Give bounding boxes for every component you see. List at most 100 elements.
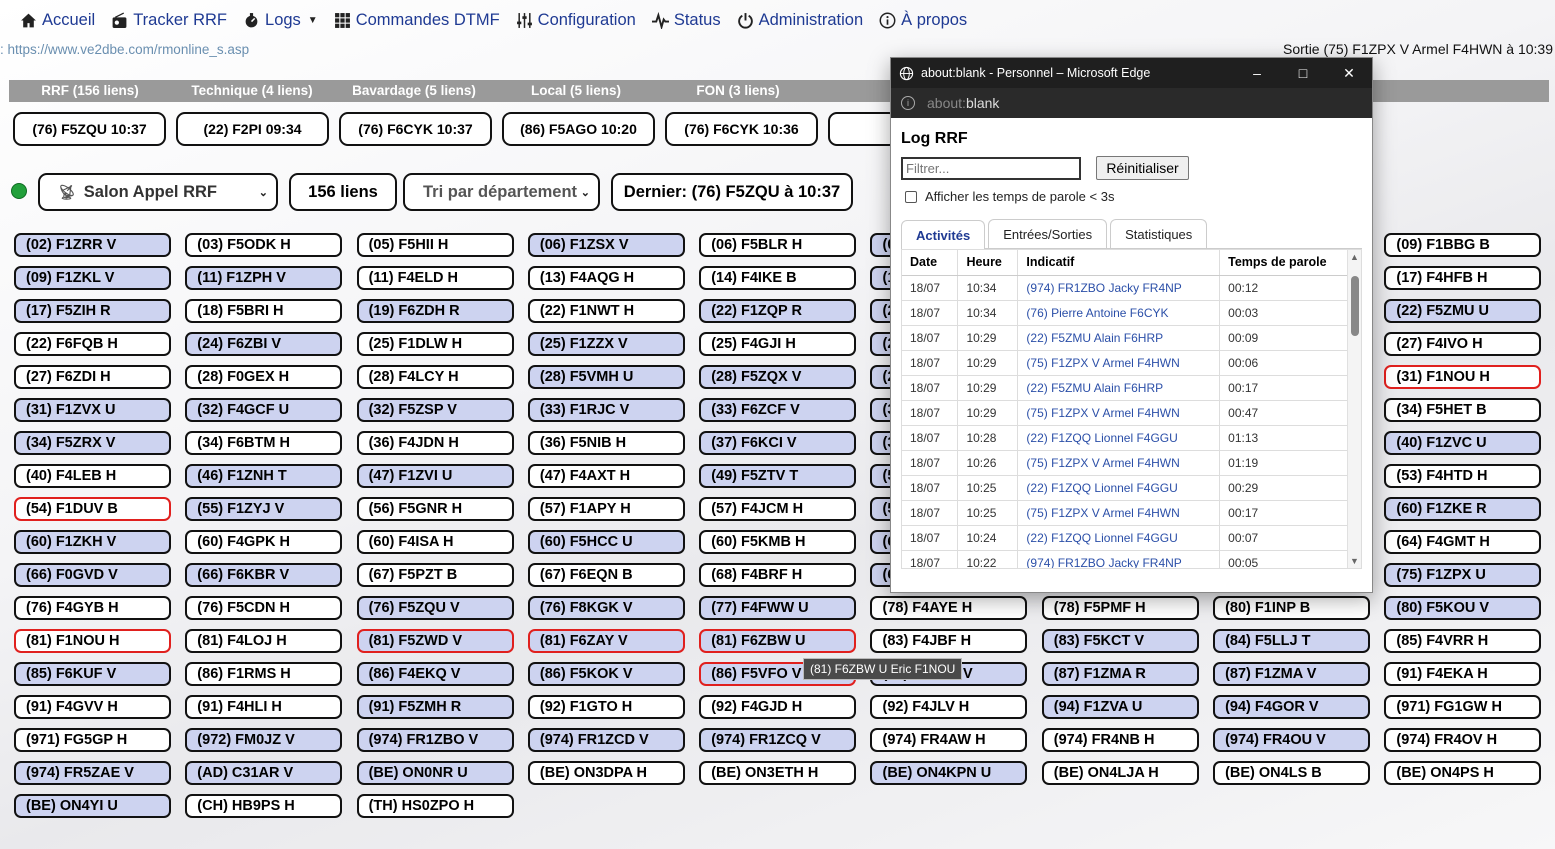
node-button[interactable]: (17) F5ZIH R: [14, 299, 171, 323]
node-button[interactable]: (78) F4AYE H: [870, 596, 1028, 620]
node-button[interactable]: (84) F5LLJ T: [1213, 629, 1371, 653]
node-button[interactable]: (05) F5HII H: [356, 233, 514, 257]
node-button[interactable]: (14) F4IKE B: [699, 266, 857, 290]
nav-item-status[interactable]: Status: [651, 11, 721, 30]
table-cell[interactable]: (974) FR1ZBO Jacky FR4NP: [1017, 550, 1221, 568]
node-button[interactable]: (85) F6KUF V: [14, 662, 171, 686]
node-button[interactable]: (25) F4GJI H: [699, 332, 857, 356]
table-cell[interactable]: (75) F1ZPX V Armel F4HWN: [1017, 350, 1221, 376]
node-button[interactable]: (BE) ON4YI U: [14, 794, 171, 818]
node-button[interactable]: (47) F4AXT H: [527, 464, 685, 488]
node-button[interactable]: (91) F4EKA H: [1384, 662, 1542, 686]
table-cell[interactable]: (974) FR1ZBO Jacky FR4NP: [1017, 275, 1221, 301]
node-button[interactable]: (87) F1ZMA V: [1213, 662, 1371, 686]
table-header[interactable]: Heure: [957, 250, 1019, 276]
node-button[interactable]: (28) F5VMH U: [527, 365, 685, 389]
node-button[interactable]: (03) F5ODK H: [185, 233, 343, 257]
table-cell[interactable]: (22) F1ZQQ Lionnel F4GGU: [1017, 425, 1221, 451]
node-button[interactable]: (13) F4AQG H: [527, 266, 685, 290]
node-button[interactable]: (18) F5BRI H: [185, 299, 343, 323]
reset-button[interactable]: Réinitialiser: [1096, 156, 1189, 180]
node-button[interactable]: (91) F4GVV H: [14, 695, 171, 719]
node-button[interactable]: (57) F4JCM H: [699, 497, 857, 521]
salon-tab[interactable]: Local (5 liens): [495, 80, 657, 102]
node-button[interactable]: (972) FM0JZ V: [185, 728, 343, 752]
scroll-thumb[interactable]: [1351, 276, 1359, 336]
node-button[interactable]: (67) F6EQN B: [527, 563, 685, 587]
table-header[interactable]: Indicatif: [1017, 250, 1221, 276]
node-button[interactable]: (27) F4IVO H: [1384, 332, 1542, 356]
nav-item-tracker-rrf[interactable]: Tracker RRF: [111, 11, 227, 30]
table-cell[interactable]: (22) F5ZMU Alain F6HRP: [1017, 375, 1221, 401]
node-button[interactable]: (33) F1RJC V: [527, 398, 685, 422]
log-tab-0[interactable]: Activités: [901, 220, 986, 250]
node-button[interactable]: (32) F5ZSP V: [356, 398, 514, 422]
nav-item--propos[interactable]: À propos: [879, 11, 967, 30]
node-button[interactable]: (60) F4GPK H: [185, 530, 343, 554]
node-button[interactable]: (22) F1ZQP R: [699, 299, 857, 323]
sort-select[interactable]: Tri par département ⌄: [403, 173, 600, 211]
log-tab-1[interactable]: Entrées/Sorties: [988, 219, 1108, 249]
maximize-icon[interactable]: □: [1280, 58, 1326, 88]
node-button[interactable]: (11) F4ELD H: [356, 266, 514, 290]
node-button[interactable]: (83) F4JBF H: [870, 629, 1028, 653]
node-button[interactable]: (36) F4JDN H: [356, 431, 514, 455]
node-button[interactable]: (BE) ON3ETH H: [699, 761, 857, 785]
node-button[interactable]: (31) F1ZVX U: [14, 398, 171, 422]
node-button[interactable]: (76) F4GYB H: [14, 596, 171, 620]
node-button[interactable]: (37) F6KCI V: [699, 431, 857, 455]
node-button[interactable]: (60) F1ZKE R: [1384, 497, 1542, 521]
node-button[interactable]: (974) FR1ZCQ V: [699, 728, 857, 752]
node-button[interactable]: (83) F5KCT V: [1041, 629, 1199, 653]
node-button[interactable]: (22) F1NWT H: [527, 299, 685, 323]
node-button[interactable]: (25) F1ZZX V: [527, 332, 685, 356]
node-button[interactable]: (974) FR4AW H: [870, 728, 1028, 752]
node-button[interactable]: (60) F4ISA H: [356, 530, 514, 554]
node-button[interactable]: (81) F1NOU H: [14, 629, 171, 653]
node-button[interactable]: (22) F5ZMU U: [1384, 299, 1542, 323]
node-button[interactable]: (34) F5HET B: [1384, 398, 1542, 422]
node-button[interactable]: (BE) ON4LJA H: [1041, 761, 1199, 785]
salon-tab[interactable]: Technique (4 liens): [171, 80, 333, 102]
node-button[interactable]: (36) F5NIB H: [527, 431, 685, 455]
node-button[interactable]: (28) F5ZQX V: [699, 365, 857, 389]
node-button[interactable]: (974) FR4OU V: [1213, 728, 1371, 752]
node-button[interactable]: (25) F1DLW H: [356, 332, 514, 356]
short-talk-checkbox[interactable]: [905, 190, 917, 203]
node-button[interactable]: (BE) ON4PS H: [1384, 761, 1542, 785]
node-button[interactable]: (91) F4HLI H: [185, 695, 343, 719]
node-button[interactable]: (87) F1ZMA R: [1041, 662, 1199, 686]
node-button[interactable]: (AD) C31AR V: [185, 761, 343, 785]
node-button[interactable]: (09) F1ZKL V: [14, 266, 171, 290]
node-button[interactable]: (31) F1NOU H: [1384, 365, 1542, 389]
node-button[interactable]: (92) F4JLV H: [870, 695, 1028, 719]
nav-item-administration[interactable]: Administration: [737, 11, 863, 30]
node-button[interactable]: (28) F4LCY H: [356, 365, 514, 389]
node-button[interactable]: (47) F1ZVI U: [356, 464, 514, 488]
node-button[interactable]: (02) F1ZRR V: [14, 233, 171, 257]
node-button[interactable]: (94) F4GOR V: [1213, 695, 1371, 719]
table-cell[interactable]: (22) F1ZQQ Lionnel F4GGU: [1017, 525, 1221, 551]
node-button[interactable]: (81) F6ZBW U: [699, 629, 857, 653]
node-button[interactable]: (19) F6ZDH R: [356, 299, 514, 323]
node-button[interactable]: (53) F4HTD H: [1384, 464, 1542, 488]
table-cell[interactable]: (22) F5ZMU Alain F6HRP: [1017, 325, 1221, 351]
node-button[interactable]: (06) F5BLR H: [699, 233, 857, 257]
node-button[interactable]: (76) F8KGK V: [527, 596, 685, 620]
node-button[interactable]: (66) F6KBR V: [185, 563, 343, 587]
node-button[interactable]: (974) FR1ZBO V: [356, 728, 514, 752]
node-button[interactable]: (40) F4LEB H: [14, 464, 171, 488]
node-button[interactable]: (BE) ON4KPN U: [870, 761, 1028, 785]
node-button[interactable]: (34) F5ZRX V: [14, 431, 171, 455]
node-button[interactable]: (CH) HB9PS H: [185, 794, 343, 818]
scroll-up-icon[interactable]: ▲: [1350, 252, 1359, 262]
node-button[interactable]: (32) F4GCF U: [185, 398, 343, 422]
ve2dbe-link[interactable]: : https://www.ve2dbe.com/rmonline_s.asp: [0, 42, 249, 57]
nav-item-accueil[interactable]: Accueil: [20, 11, 95, 30]
log-tab-2[interactable]: Statistiques: [1110, 219, 1208, 249]
node-button[interactable]: (974) FR1ZCD V: [527, 728, 685, 752]
node-button[interactable]: (11) F1ZPH V: [185, 266, 343, 290]
node-button[interactable]: (TH) HS0ZPO H: [356, 794, 514, 818]
log-scrollbar[interactable]: ▲ ▼: [1347, 250, 1361, 568]
node-button[interactable]: (86) F4EKQ V: [356, 662, 514, 686]
